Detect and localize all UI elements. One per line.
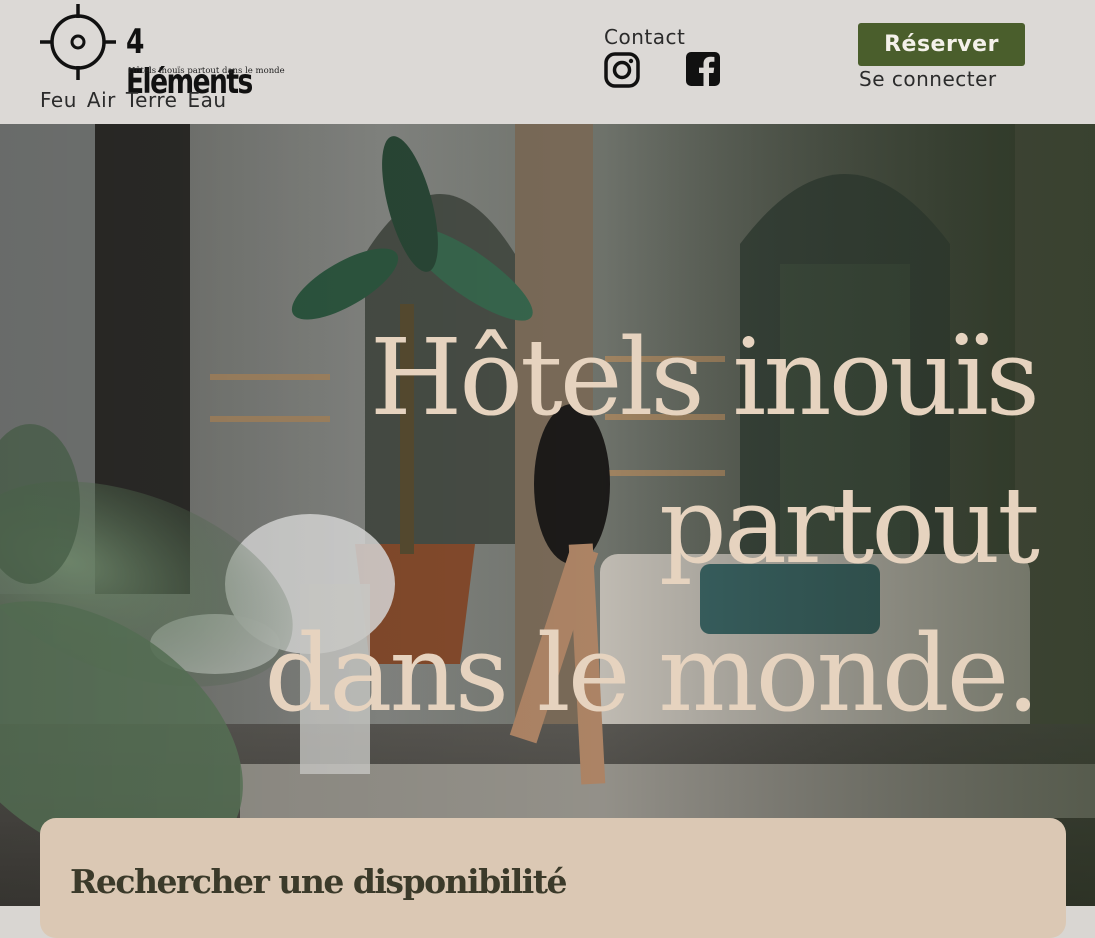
site-header: 4 Eléments Hôtels inouïs partout dans le… [0, 0, 1095, 124]
hero-section: Hôtels inouïs partout dans le monde. [0, 124, 1095, 906]
elements-nav: Feu Air Terre Eau [40, 88, 227, 112]
login-link[interactable]: Se connecter [859, 67, 997, 91]
instagram-icon[interactable] [604, 52, 640, 88]
availability-search-card: Rechercher une disponibilité [40, 818, 1066, 938]
contact-block: Contact [604, 24, 734, 88]
elements-nav-feu[interactable]: Feu [40, 88, 77, 112]
brand-logo[interactable]: 4 Eléments Hôtels inouïs partout dans le… [40, 4, 285, 102]
availability-search-title: Rechercher une disponibilité [70, 862, 568, 901]
facebook-icon[interactable] [686, 52, 720, 86]
target-crosshair-icon [40, 4, 116, 80]
brand-tagline: Hôtels inouïs partout dans le monde [128, 66, 285, 76]
elements-nav-air[interactable]: Air [87, 88, 116, 112]
contact-link[interactable]: Contact [604, 24, 734, 50]
reserve-button[interactable]: Réserver [858, 23, 1025, 66]
hero-title-line-2: partout [658, 464, 1040, 587]
elements-nav-terre[interactable]: Terre [126, 88, 178, 112]
hero-title-line-1: Hôtels inouïs [369, 316, 1040, 439]
social-links [604, 52, 724, 92]
hero-title-line-3: dans le monde. [264, 612, 1040, 735]
elements-nav-eau[interactable]: Eau [187, 88, 226, 112]
hero-title: Hôtels inouïs partout dans le monde. [137, 304, 1040, 748]
